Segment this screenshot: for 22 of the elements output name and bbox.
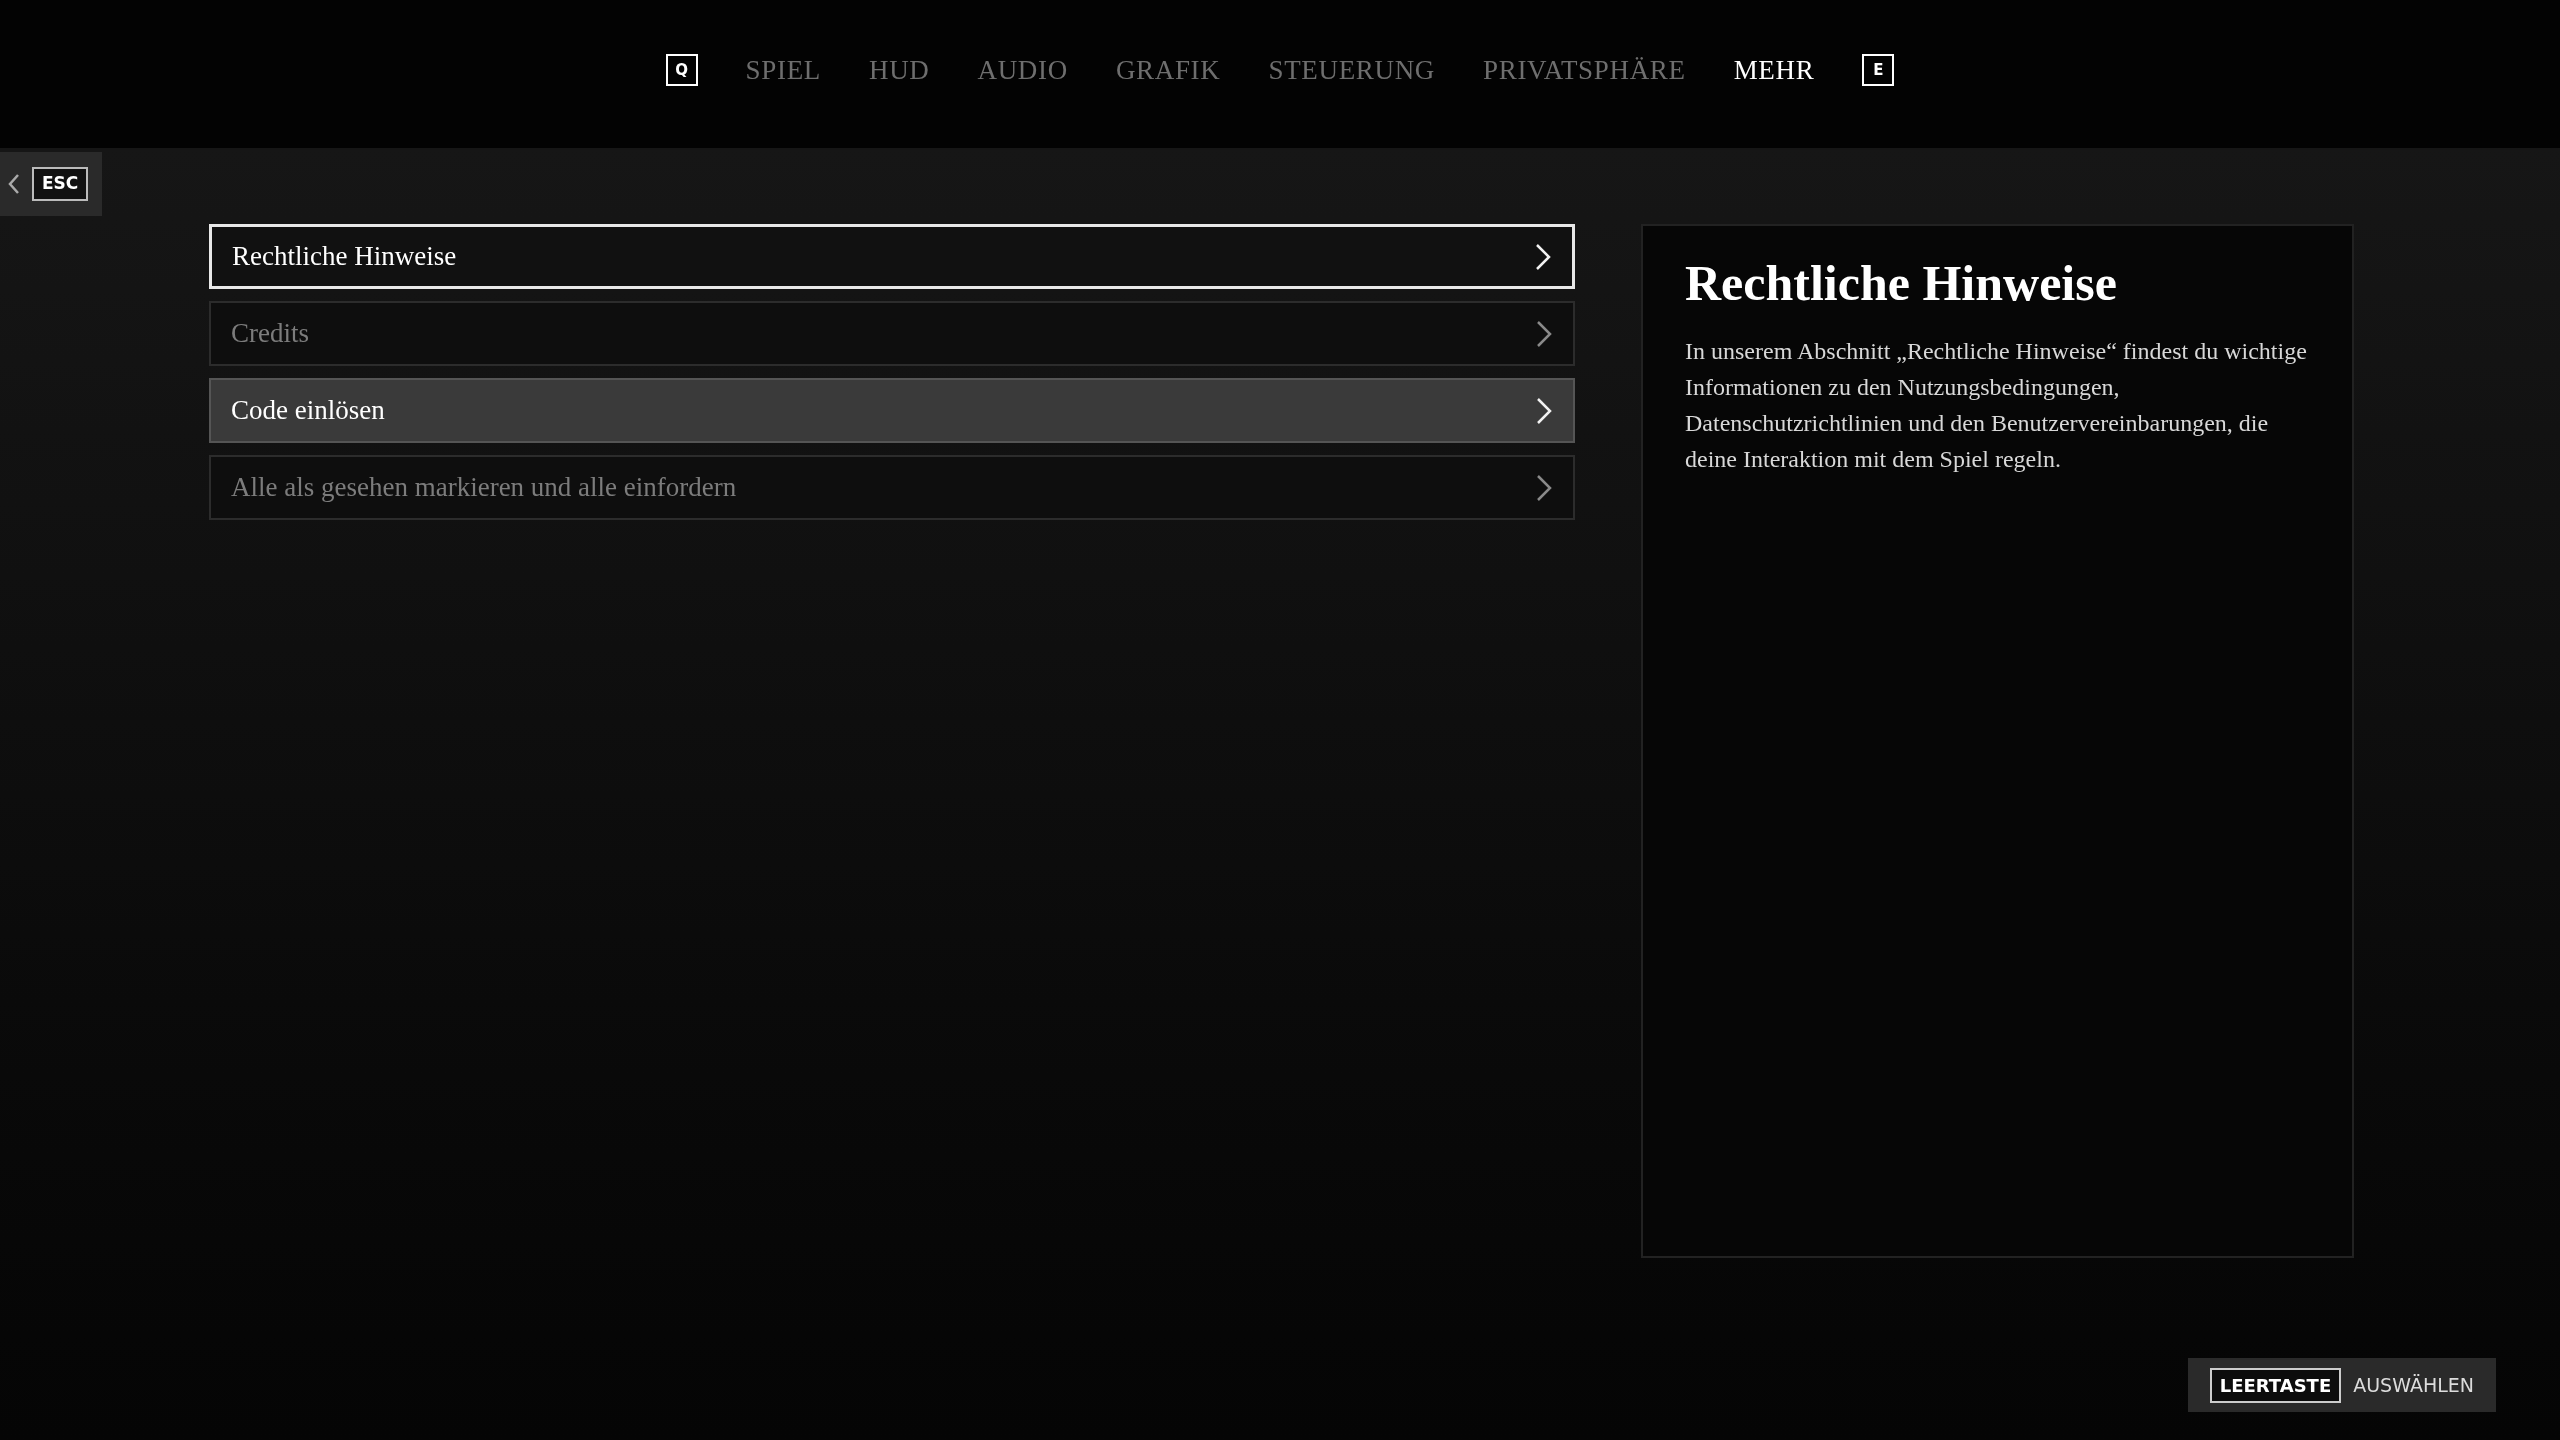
chevron-right-icon (1535, 473, 1553, 502)
chevron-right-icon (1535, 396, 1553, 425)
chevron-right-icon (1535, 319, 1553, 348)
key-hint[interactable]: E (1862, 54, 1895, 86)
hint-label: AUSWÄHLEN (2353, 1372, 2474, 1398)
detail-title: Rechtliche Hinweise (1685, 254, 2118, 313)
nav-tab[interactable]: GRAFIK (1115, 49, 1221, 91)
detail-description: In unserem Abschnitt „Rechtliche Hinweise“ findest du wichtige Informationen zu den Nutzungsbedingungen, Datenschutzrichtlinien und den Benutzervereinbarungen, die deine Interaktion mit dem Spiel regeln. (1685, 336, 2308, 474)
chevron-right-icon (1534, 242, 1552, 271)
nav-tab[interactable]: STEUERUNG (1268, 49, 1435, 91)
nav-tab[interactable]: PRIVATSPHÄRE (1483, 49, 1686, 91)
menu-item[interactable]: Code einlösen (209, 378, 1575, 443)
key-hint[interactable]: Q (665, 54, 698, 86)
back-button[interactable]: ESC (0, 152, 102, 216)
key-hint[interactable]: LEERTASTE (2209, 1367, 2342, 1403)
key-hint: ESC (32, 167, 89, 201)
nav-tab[interactable]: HUD (868, 49, 930, 91)
nav-tab[interactable]: AUDIO (977, 49, 1068, 91)
nav-tab[interactable]: MEHR (1733, 49, 1815, 91)
chevron-left-icon (8, 173, 20, 195)
nav-tab[interactable]: SPIEL (745, 49, 821, 91)
menu-item[interactable]: Rechtliche Hinweise (209, 224, 1575, 289)
